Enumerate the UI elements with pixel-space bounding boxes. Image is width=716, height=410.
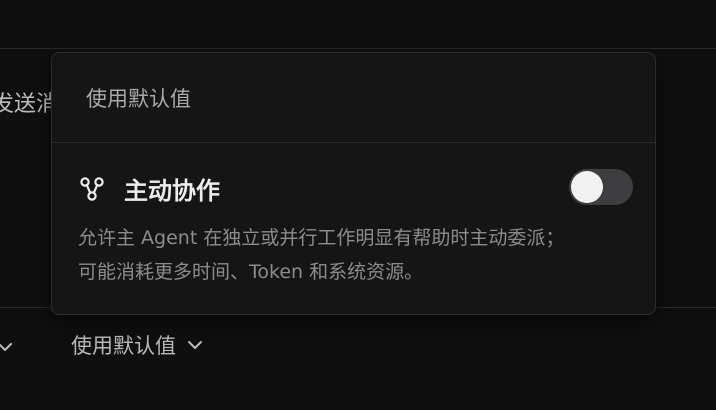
chevron-down-icon	[188, 341, 202, 349]
default-value-select-label: 使用默认值	[71, 334, 176, 358]
feature-description-line: 可能消耗更多时间、Token 和系统资源。	[78, 261, 424, 283]
branch-nodes-icon	[80, 176, 104, 201]
settings-screen: 发送消 使用默认值 使用默认值 主动协作 允许主 Agent 在独立或并行工作明…	[0, 0, 716, 410]
feature-description: 允许主 Agent 在独立或并行工作明显有帮助时主动委派； 可能消耗更多时间、T…	[78, 221, 638, 289]
feature-description-line: 允许主 Agent 在独立或并行工作明显有帮助时主动委派；	[78, 227, 565, 249]
option-use-default[interactable]: 使用默认值	[52, 53, 655, 142]
divider	[0, 48, 716, 49]
chevron-down-icon[interactable]	[0, 338, 14, 356]
default-value-select[interactable]: 使用默认值	[71, 330, 204, 360]
divider	[52, 142, 655, 143]
background-setting-label: 发送消	[0, 92, 59, 117]
feature-header: 主动协作	[78, 171, 220, 206]
toggle-knob	[571, 171, 603, 203]
feature-title: 主动协作	[124, 177, 220, 205]
proactive-collab-toggle[interactable]	[569, 169, 633, 205]
dropdown-popover: 使用默认值 主动协作 允许主 Agent 在独立或并行工作明显有帮助时主动委派；…	[51, 52, 656, 315]
